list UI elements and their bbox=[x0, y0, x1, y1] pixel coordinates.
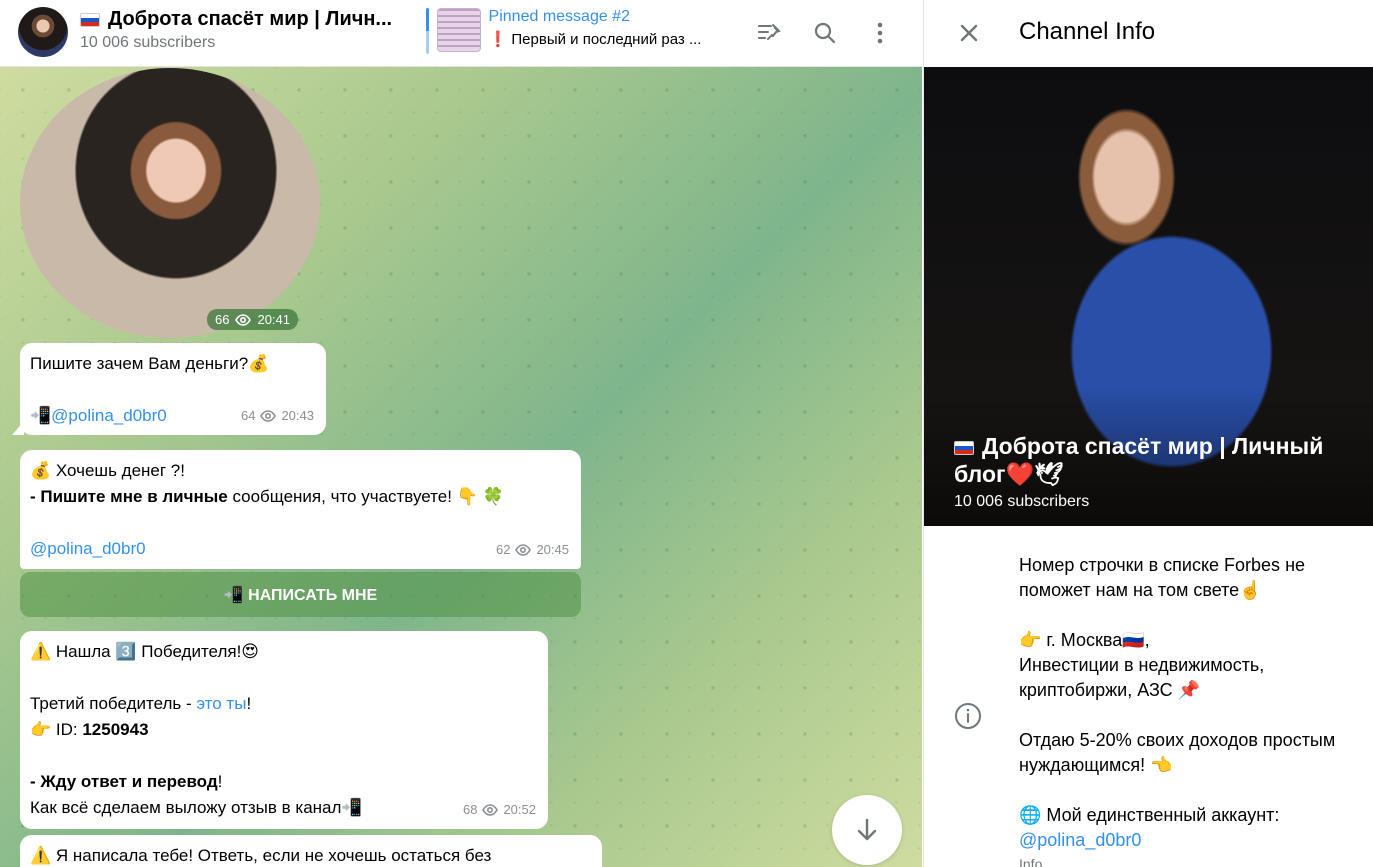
channel-title: Доброта спасёт мир | Личн... bbox=[80, 8, 420, 31]
channel-subscribers: 10 006 subscribers bbox=[954, 493, 1090, 510]
channel-description: Номер строчки в списке Forbes не поможет… bbox=[1019, 555, 1336, 850]
russia-flag-icon bbox=[80, 12, 100, 27]
message-bubble[interactable]: ⚠️ Я написала тебе! Ответь, если не хоче… bbox=[20, 835, 602, 867]
message-bubble[interactable]: Пишите зачем Вам деньги?💰 📲@polina_d0br0… bbox=[12, 343, 326, 435]
eye-icon bbox=[260, 410, 277, 422]
video-message[interactable] bbox=[20, 68, 320, 338]
channel-info-panel: Channel Info Доброта спасёт мир | Личный… bbox=[923, 0, 1373, 867]
eye-icon bbox=[235, 313, 252, 326]
arrow-down-icon bbox=[857, 818, 877, 841]
info-icon bbox=[954, 702, 984, 732]
user-mention-link[interactable]: @polina_d0br0 bbox=[30, 536, 571, 562]
message-meta: 68 20:52 bbox=[462, 802, 536, 817]
eye-icon bbox=[515, 544, 532, 556]
pinned-message[interactable]: Pinned message #2 ❗ Первый и последний р… bbox=[426, 8, 736, 56]
channel-photo[interactable]: Доброта спасёт мир | Личный блог❤️🕊 10 0… bbox=[924, 67, 1373, 526]
pinned-indicator bbox=[426, 8, 429, 54]
chat-area[interactable]: 66 20:41 Пишите зачем Вам деньги?💰 📲@pol… bbox=[0, 67, 922, 867]
video-meta: 66 20:41 bbox=[207, 309, 299, 330]
channel-avatar[interactable] bbox=[18, 7, 68, 57]
message-meta: 62 20:45 bbox=[495, 542, 569, 557]
subscriber-count: 10 006 subscribers bbox=[80, 34, 216, 51]
message-bubble[interactable]: 💰 Хочешь денег ?! - Пишите мне в личные … bbox=[20, 450, 581, 569]
eye-icon bbox=[482, 804, 499, 816]
message-meta: 64 20:43 bbox=[240, 408, 314, 423]
pinned-preview: ❗ Первый и последний раз ... bbox=[488, 31, 702, 48]
panel-title: Channel Info bbox=[1019, 18, 1156, 45]
more-vertical-icon[interactable] bbox=[864, 17, 896, 49]
text-link[interactable]: это ты bbox=[196, 694, 246, 713]
pinned-title: Pinned message #2 bbox=[488, 8, 630, 25]
channel-name: Доброта спасёт мир | Личный блог❤️🕊 bbox=[954, 433, 1324, 487]
close-icon[interactable] bbox=[954, 18, 984, 48]
russia-flag-icon bbox=[954, 440, 974, 455]
chat-header: Доброта спасёт мир | Личн... 10 006 subs… bbox=[0, 0, 922, 67]
description-label: Info bbox=[1019, 856, 1043, 867]
unpin-icon[interactable] bbox=[754, 17, 786, 49]
pinned-thumbnail bbox=[436, 8, 481, 52]
search-icon[interactable] bbox=[809, 17, 841, 49]
channel-title-block[interactable]: Доброта спасёт мир | Личн... 10 006 subs… bbox=[80, 8, 420, 52]
message-bubble[interactable]: ⚠️ Нашла 3️⃣ Победителя!😍 Третий победит… bbox=[20, 631, 548, 829]
user-mention-link[interactable]: @polina_d0br0 bbox=[1019, 830, 1141, 850]
write-me-button[interactable]: 📲 НАПИСАТЬ МНЕ bbox=[20, 572, 581, 617]
scroll-down-button[interactable] bbox=[832, 795, 902, 865]
